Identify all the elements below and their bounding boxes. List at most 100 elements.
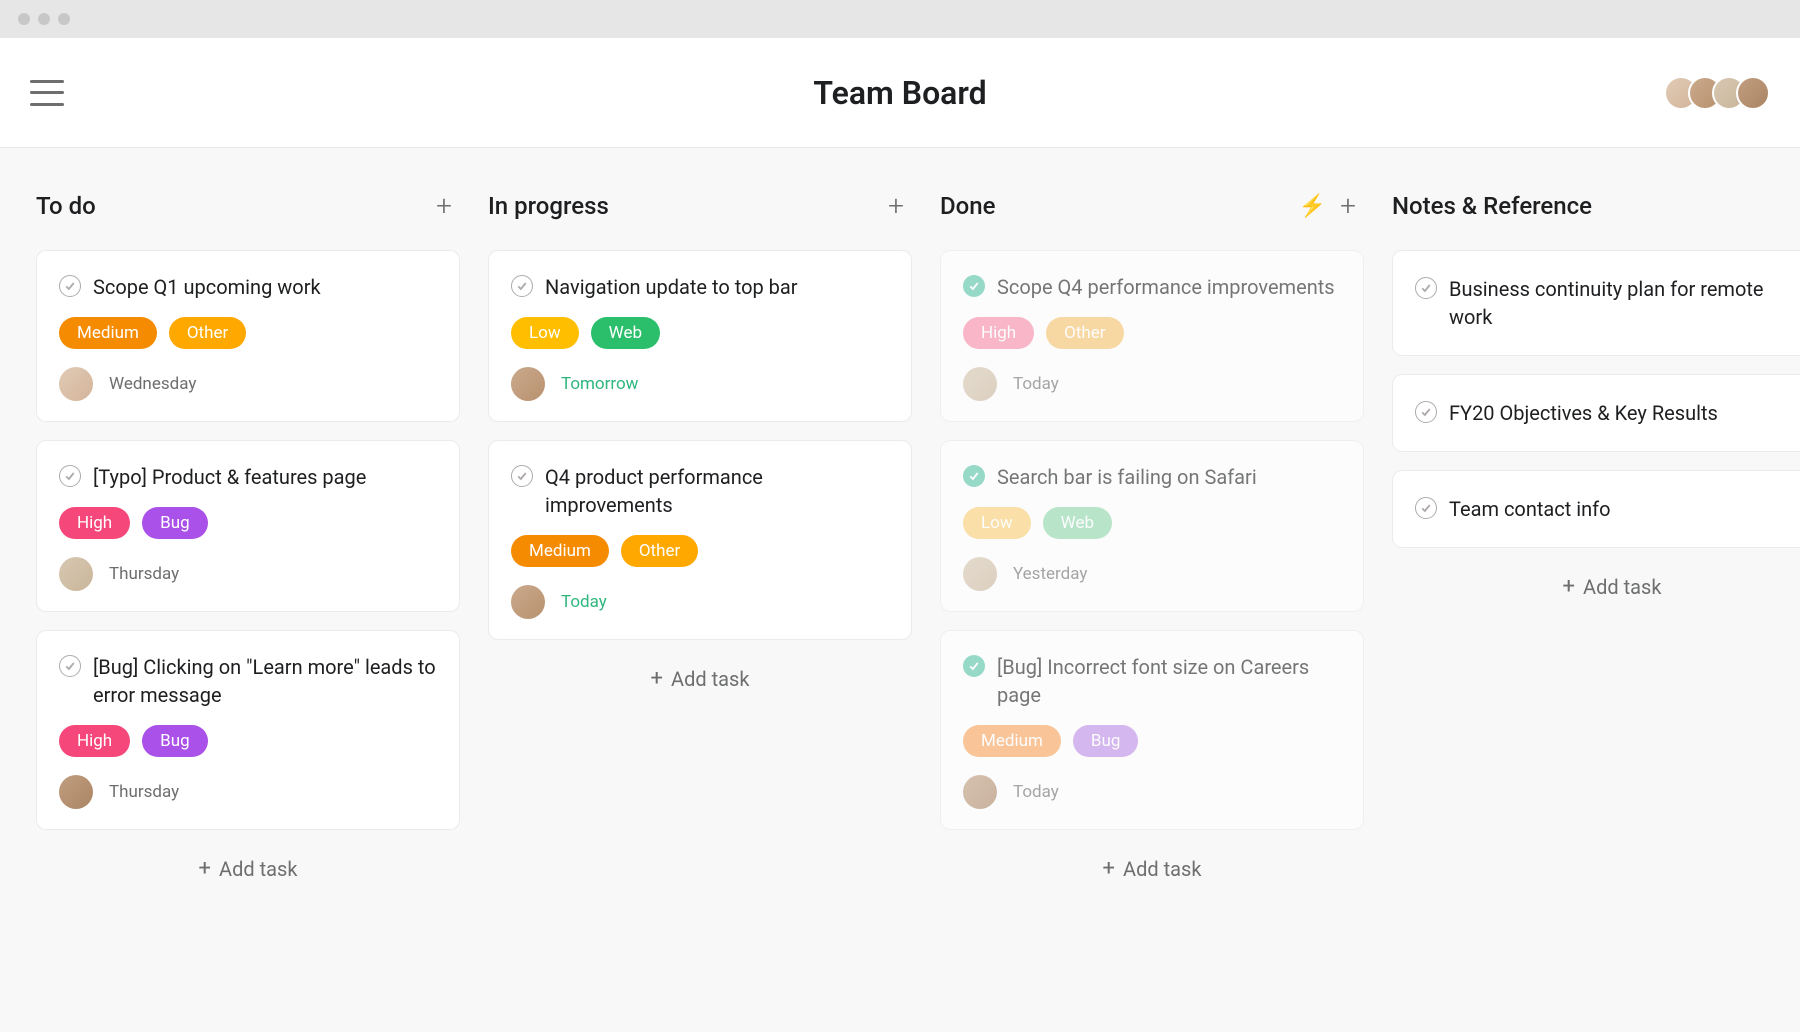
task-title: Navigation update to top bar — [545, 273, 798, 301]
task-card[interactable]: Scope Q1 upcoming work Medium Other Wednesd… — [36, 250, 460, 422]
tag[interactable]: Low — [511, 317, 579, 349]
add-task-label: Add task — [1583, 575, 1661, 599]
collaborators[interactable] — [1664, 76, 1770, 110]
tag[interactable]: Other — [169, 317, 246, 349]
menu-icon[interactable] — [30, 80, 64, 106]
card-header-row: Scope Q1 upcoming work — [59, 273, 437, 301]
tag[interactable]: Medium — [511, 535, 609, 567]
due-date: Thursday — [109, 564, 179, 584]
add-task-button[interactable]: +Add task — [36, 856, 460, 881]
column-actions: ⚡+ — [1299, 192, 1356, 220]
complete-checkbox[interactable] — [59, 655, 81, 677]
avatar[interactable] — [1736, 76, 1770, 110]
assignee-avatar[interactable] — [511, 585, 545, 619]
tag[interactable]: High — [963, 317, 1034, 349]
complete-checkbox[interactable] — [511, 465, 533, 487]
tag[interactable]: Low — [963, 507, 1031, 539]
assignee-avatar[interactable] — [963, 557, 997, 591]
tag-row: Medium Other — [511, 535, 889, 567]
column-actions: + — [888, 192, 904, 220]
assignee-avatar[interactable] — [59, 557, 93, 591]
tag-row: High Other — [963, 317, 1341, 349]
task-card[interactable]: Navigation update to top barLowWebTomorr… — [488, 250, 912, 422]
add-card-icon[interactable]: + — [1340, 192, 1356, 220]
assignee-avatar[interactable] — [511, 367, 545, 401]
task-title: Q4 product performance improvements — [545, 463, 889, 519]
board-column: Notes & Reference Business continuity pla… — [1392, 192, 1800, 599]
column-header: Done⚡+ — [940, 192, 1364, 220]
tag[interactable]: Web — [591, 317, 660, 349]
tag[interactable]: High — [59, 725, 130, 757]
card-meta: Wednesday — [59, 367, 437, 401]
tag[interactable]: Bug — [142, 725, 208, 757]
assignee-avatar[interactable] — [59, 775, 93, 809]
tag-row: Low Web — [511, 317, 889, 349]
tag-row: Medium Bug — [963, 725, 1341, 757]
assignee-avatar[interactable] — [963, 367, 997, 401]
task-card[interactable]: Team contact info — [1392, 470, 1800, 548]
add-task-button[interactable]: +Add task — [940, 856, 1364, 881]
traffic-light-minimize[interactable] — [38, 13, 50, 25]
task-title: Scope Q4 performance improvements — [997, 273, 1335, 301]
card-meta: Today — [963, 775, 1341, 809]
assignee-avatar[interactable] — [59, 367, 93, 401]
tag[interactable]: Medium — [59, 317, 157, 349]
traffic-light-close[interactable] — [18, 13, 30, 25]
add-card-icon[interactable]: + — [888, 192, 904, 220]
complete-checkbox[interactable] — [963, 655, 985, 677]
complete-checkbox[interactable] — [963, 465, 985, 487]
tag-row: Low Web — [963, 507, 1341, 539]
tag-row: High Bug — [59, 507, 437, 539]
tag[interactable]: Bug — [142, 507, 208, 539]
card-meta: Thursday — [59, 557, 437, 591]
task-title: Scope Q1 upcoming work — [93, 273, 321, 301]
board-column: Done⚡+Scope Q4 performance improvementsH… — [940, 192, 1364, 881]
task-card[interactable]: [Bug] Incorrect font size on Careers pag… — [940, 630, 1364, 830]
tag[interactable]: Other — [1046, 317, 1123, 349]
app-header: Team Board — [0, 38, 1800, 148]
card-header-row: Team contact info — [1415, 495, 1800, 523]
task-card[interactable]: Search bar is failing on SafariLowWebYes… — [940, 440, 1364, 612]
complete-checkbox[interactable] — [1415, 497, 1437, 519]
plus-icon: + — [651, 666, 663, 691]
column-title[interactable]: To do — [36, 192, 96, 220]
tag[interactable]: Other — [621, 535, 698, 567]
due-date: Today — [1013, 782, 1059, 802]
column-title[interactable]: Notes & Reference — [1392, 192, 1592, 220]
tag[interactable]: High — [59, 507, 130, 539]
add-card-icon[interactable]: + — [436, 192, 452, 220]
card-list: Business continuity plan for remote work… — [1392, 250, 1800, 548]
card-header-row: [Typo] Product & features page — [59, 463, 437, 491]
tag[interactable]: Web — [1043, 507, 1112, 539]
complete-checkbox[interactable] — [59, 465, 81, 487]
tag[interactable]: Medium — [963, 725, 1061, 757]
task-card[interactable]: [Bug] Clicking on "Learn more" leads to … — [36, 630, 460, 830]
traffic-light-zoom[interactable] — [58, 13, 70, 25]
plus-icon: + — [1103, 856, 1115, 881]
add-task-button[interactable]: +Add task — [1392, 574, 1800, 599]
kanban-board: To do + Scope Q1 upcoming work Medium Other W… — [0, 148, 1800, 881]
column-header: In progress + — [488, 192, 912, 220]
task-card[interactable]: Business continuity plan for remote work — [1392, 250, 1800, 356]
column-title[interactable]: Done — [940, 192, 996, 220]
complete-checkbox[interactable] — [511, 275, 533, 297]
card-meta: Today — [511, 585, 889, 619]
tag-row: High Bug — [59, 725, 437, 757]
add-task-button[interactable]: +Add task — [488, 666, 912, 691]
task-title: [Bug] Clicking on "Learn more" leads to … — [93, 653, 437, 709]
task-title: Business continuity plan for remote work — [1449, 275, 1800, 331]
task-card[interactable]: Q4 product performance improvements Mediu… — [488, 440, 912, 640]
complete-checkbox[interactable] — [1415, 277, 1437, 299]
task-card[interactable]: [Typo] Product & features page High Bug Thu… — [36, 440, 460, 612]
task-card[interactable]: Scope Q4 performance improvements High Oth… — [940, 250, 1364, 422]
complete-checkbox[interactable] — [59, 275, 81, 297]
task-title: FY20 Objectives & Key Results — [1449, 399, 1718, 427]
tag[interactable]: Bug — [1073, 725, 1139, 757]
column-title[interactable]: In progress — [488, 192, 609, 220]
complete-checkbox[interactable] — [1415, 401, 1437, 423]
lightning-icon[interactable]: ⚡ — [1299, 194, 1326, 219]
task-card[interactable]: FY20 Objectives & Key Results — [1392, 374, 1800, 452]
assignee-avatar[interactable] — [963, 775, 997, 809]
complete-checkbox[interactable] — [963, 275, 985, 297]
task-title: Search bar is failing on Safari — [997, 463, 1257, 491]
